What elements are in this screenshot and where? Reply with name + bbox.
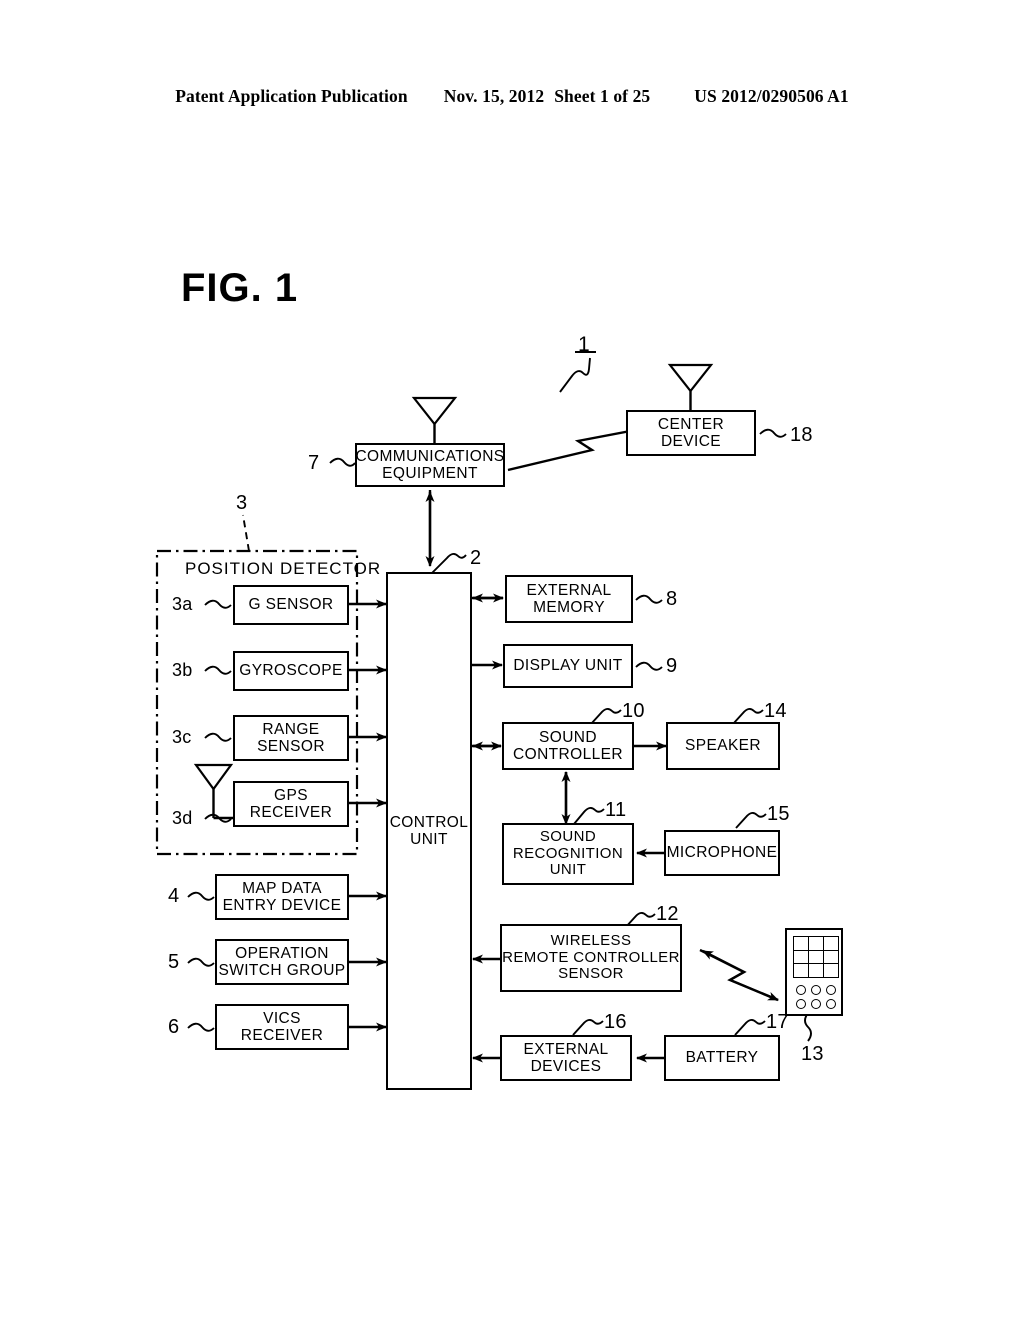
leader-ref-17 — [734, 1018, 766, 1036]
leader-ref-15 — [735, 811, 767, 829]
leader-ref-18 — [759, 428, 787, 438]
block-speaker[interactable]: SPEAKER — [666, 722, 780, 770]
ref-3d: 3d — [172, 808, 193, 828]
ref-5: 5 — [168, 951, 180, 973]
block-sound-recognition-unit[interactable]: SOUND RECOGNITION UNIT — [502, 823, 634, 885]
ref-6: 6 — [168, 1016, 180, 1038]
block-battery[interactable]: BATTERY — [664, 1035, 780, 1081]
block-operation-switch-group[interactable]: OPERATION SWITCH GROUP — [215, 939, 349, 985]
block-remote-controller[interactable] — [785, 928, 843, 1016]
leader-ref-3b — [204, 665, 232, 675]
block-center-device[interactable]: CENTER DEVICE — [626, 410, 756, 456]
leader-ref-3 — [242, 514, 250, 552]
ref-16: 16 — [604, 1011, 627, 1033]
arrow-wireless-remote-link — [699, 948, 779, 1002]
ref-10: 10 — [622, 700, 645, 722]
remote-keypad-grid-icon — [793, 936, 839, 978]
ref-2: 2 — [470, 547, 482, 569]
leader-ref-4 — [187, 891, 215, 901]
ref-18: 18 — [790, 424, 813, 446]
leader-ref-5 — [187, 957, 215, 967]
leader-ref-13 — [804, 1012, 812, 1042]
block-communications-equipment[interactable]: COMMUNICATIONS EQUIPMENT — [355, 443, 505, 487]
block-wireless-remote-controller-sensor[interactable]: WIRELESS REMOTE CONTROLLER SENSOR — [500, 924, 682, 992]
leader-ref-3c — [204, 732, 232, 742]
ref-8: 8 — [666, 588, 678, 610]
leader-ref-8 — [635, 594, 663, 604]
antenna-gps-icon — [193, 763, 234, 820]
ref-4: 4 — [168, 885, 180, 907]
ref-1: 1 — [578, 333, 590, 356]
ref-11: 11 — [605, 799, 627, 821]
leader-ref-9 — [635, 661, 663, 671]
block-external-devices[interactable]: EXTERNAL DEVICES — [500, 1035, 632, 1081]
block-range-sensor[interactable]: RANGE SENSOR — [233, 715, 349, 761]
leader-ref-16 — [572, 1018, 604, 1036]
block-map-data-entry-device[interactable]: MAP DATA ENTRY DEVICE — [215, 874, 349, 920]
ref-3: 3 — [236, 492, 248, 514]
ref-15: 15 — [767, 803, 790, 825]
block-vics-receiver[interactable]: VICS RECEIVER — [215, 1004, 349, 1050]
remote-round-buttons-icon — [794, 983, 838, 1011]
block-sound-controller[interactable]: SOUND CONTROLLER — [502, 722, 634, 770]
leader-ref-7 — [329, 457, 356, 467]
ref-12: 12 — [656, 903, 679, 925]
ref-3a: 3a — [172, 594, 193, 614]
block-gyroscope[interactable]: GYROSCOPE — [233, 651, 349, 691]
block-external-memory[interactable]: EXTERNAL MEMORY — [505, 575, 633, 623]
block-control-unit[interactable]: CONTROL UNIT — [386, 572, 472, 1090]
leader-ref-1 — [559, 357, 591, 393]
ref-9: 9 — [666, 655, 678, 677]
ref-3b: 3b — [172, 660, 193, 680]
antenna-communications-icon — [411, 396, 458, 443]
leader-ref-2 — [431, 552, 467, 574]
block-display-unit[interactable]: DISPLAY UNIT — [503, 644, 633, 688]
leader-ref-6 — [187, 1022, 215, 1032]
antenna-center-device-icon — [667, 363, 714, 410]
ref-3c: 3c — [172, 727, 192, 747]
leader-ref-3a — [204, 599, 232, 609]
block-gps-receiver[interactable]: GPS RECEIVER — [233, 781, 349, 827]
ref-14: 14 — [764, 700, 787, 722]
position-detector-title: POSITION DETECTOR — [185, 559, 382, 578]
ref-13: 13 — [801, 1043, 824, 1065]
block-g-sensor[interactable]: G SENSOR — [233, 585, 349, 625]
leader-ref-11 — [573, 806, 605, 825]
block-microphone[interactable]: MICROPHONE — [664, 830, 780, 876]
ref-7: 7 — [308, 452, 320, 474]
